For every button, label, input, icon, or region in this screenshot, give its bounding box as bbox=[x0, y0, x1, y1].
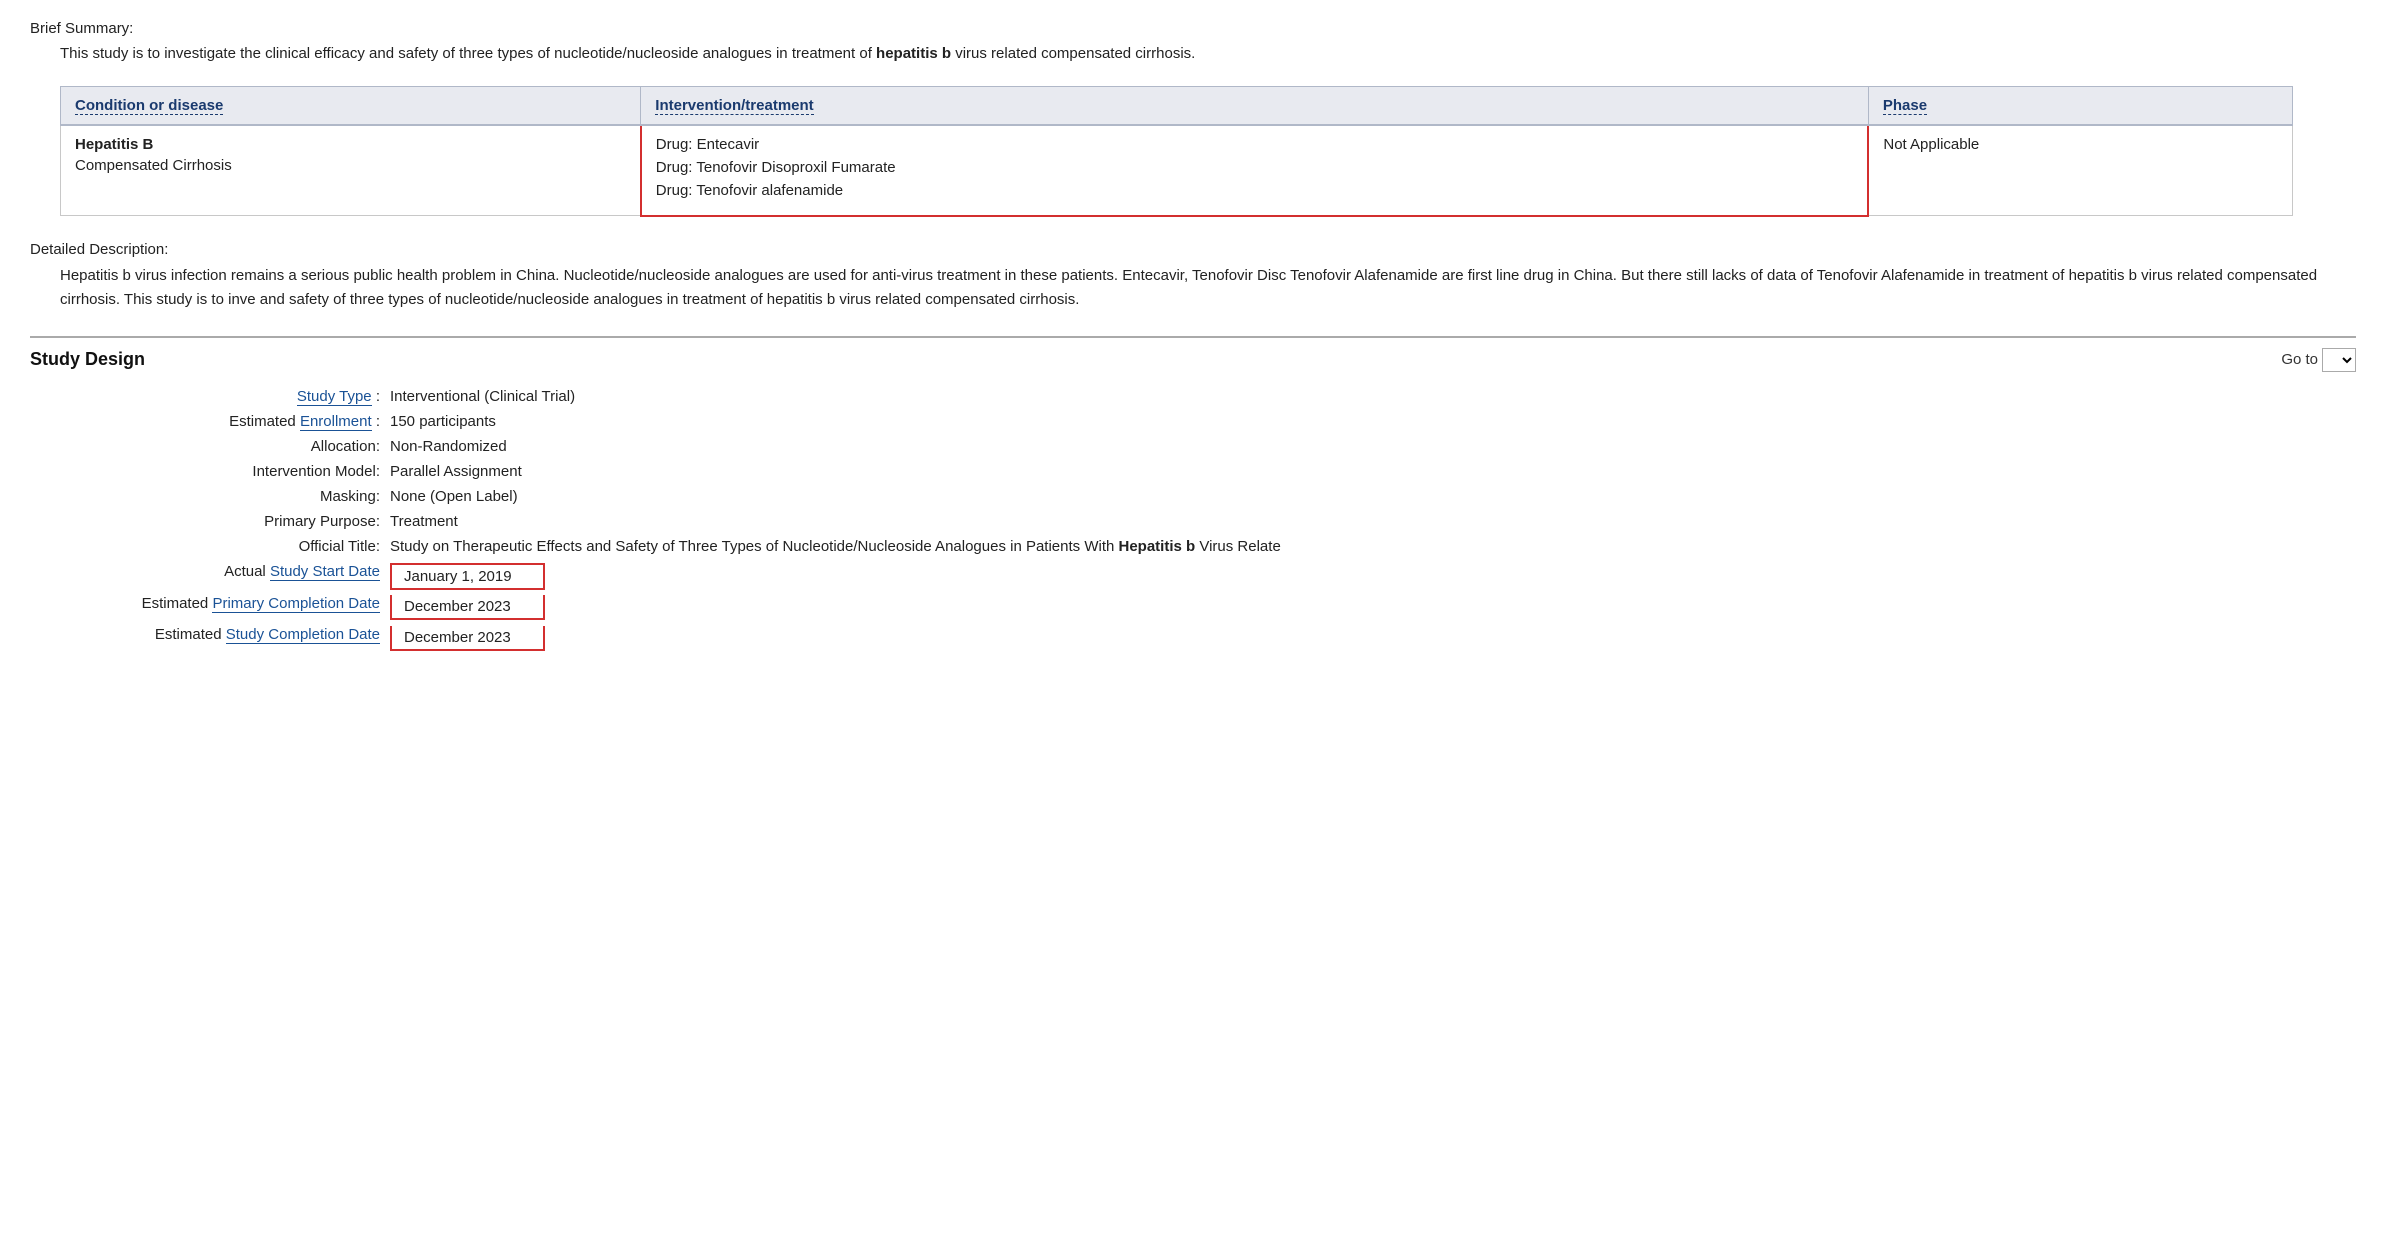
intervention-header: Intervention/treatment bbox=[641, 86, 1869, 125]
condition-cell: Hepatitis B Compensated Cirrhosis bbox=[61, 125, 641, 216]
table-row: Hepatitis B Compensated Cirrhosis Drug: … bbox=[61, 125, 2293, 216]
field-label-allocation: Allocation: bbox=[50, 438, 390, 455]
condition-header: Condition or disease bbox=[61, 86, 641, 125]
condition-table: Condition or disease Intervention/treatm… bbox=[60, 86, 2293, 217]
field-value-intervention-model: Parallel Assignment bbox=[390, 463, 522, 480]
field-enrollment: Estimated Enrollment : 150 participants bbox=[50, 413, 2356, 430]
field-value-masking: None (Open Label) bbox=[390, 488, 518, 505]
detailed-description-section: Detailed Description: Hepatitis b virus … bbox=[30, 241, 2356, 312]
field-masking: Masking: None (Open Label) bbox=[50, 488, 2356, 505]
brief-summary-section: Brief Summary: This study is to investig… bbox=[30, 20, 2356, 66]
field-study-start-date: Actual Study Start Date January 1, 2019 bbox=[50, 563, 2356, 590]
study-design-header: Study Design Go to bbox=[30, 336, 2356, 372]
study-completion-date-value: December 2023 bbox=[404, 629, 511, 646]
date-box-primary: December 2023 bbox=[390, 595, 545, 620]
intervention-cell: Drug: Entecavir Drug: Tenofovir Disoprox… bbox=[641, 125, 1869, 216]
field-value-primary-purpose: Treatment bbox=[390, 513, 458, 530]
field-primary-completion-date: Estimated Primary Completion Date Decemb… bbox=[50, 595, 2356, 620]
field-label-official-title: Official Title: bbox=[50, 538, 390, 555]
drug-item-2: Drug: Tenofovir Disoproxil Fumarate bbox=[656, 159, 1854, 176]
field-label-study-start-date: Actual Study Start Date bbox=[50, 563, 390, 580]
dates-section: Actual Study Start Date January 1, 2019 … bbox=[50, 563, 2356, 651]
study-completion-date-link[interactable]: Study Completion Date bbox=[226, 626, 380, 644]
study-design-section: Study Design Go to Study Type : Interven… bbox=[30, 336, 2356, 651]
drug-item-1: Drug: Entecavir bbox=[656, 136, 1854, 153]
field-value-study-type: Interventional (Clinical Trial) bbox=[390, 388, 575, 405]
field-label-study-type: Study Type : bbox=[50, 388, 390, 405]
field-value-official-title: Study on Therapeutic Effects and Safety … bbox=[390, 538, 1281, 555]
detailed-description-text: Hepatitis b virus infection remains a se… bbox=[60, 264, 2356, 312]
field-label-primary-completion-date: Estimated Primary Completion Date bbox=[50, 595, 390, 612]
brief-summary-label: Brief Summary: bbox=[30, 20, 2356, 37]
date-box-completion: December 2023 bbox=[390, 626, 545, 651]
field-allocation: Allocation: Non-Randomized bbox=[50, 438, 2356, 455]
field-label-masking: Masking: bbox=[50, 488, 390, 505]
enrollment-link[interactable]: Enrollment bbox=[300, 413, 372, 431]
drug-item-3: Drug: Tenofovir alafenamide bbox=[656, 182, 1854, 199]
study-start-date-value: January 1, 2019 bbox=[404, 568, 512, 585]
detailed-description-label: Detailed Description: bbox=[30, 241, 2356, 258]
field-label-intervention-model: Intervention Model: bbox=[50, 463, 390, 480]
condition-primary: Hepatitis B bbox=[75, 136, 626, 153]
field-label-enrollment: Estimated Enrollment : bbox=[50, 413, 390, 430]
field-label-study-completion-date: Estimated Study Completion Date bbox=[50, 626, 390, 643]
primary-completion-date-link[interactable]: Primary Completion Date bbox=[212, 595, 380, 613]
date-box-start: January 1, 2019 bbox=[390, 563, 545, 590]
goto-area: Go to bbox=[2281, 348, 2356, 372]
study-type-link[interactable]: Study Type bbox=[297, 388, 372, 406]
field-study-completion-date: Estimated Study Completion Date December… bbox=[50, 626, 2356, 651]
brief-summary-text: This study is to investigate the clinica… bbox=[60, 43, 2356, 66]
primary-completion-date-value: December 2023 bbox=[404, 598, 511, 615]
goto-label: Go to bbox=[2281, 351, 2318, 368]
study-start-date-link[interactable]: Study Start Date bbox=[270, 563, 380, 581]
field-primary-purpose: Primary Purpose: Treatment bbox=[50, 513, 2356, 530]
phase-header: Phase bbox=[1868, 86, 2292, 125]
field-study-type: Study Type : Interventional (Clinical Tr… bbox=[50, 388, 2356, 405]
hepatitis-b-bold: hepatitis b bbox=[876, 45, 951, 62]
field-intervention-model: Intervention Model: Parallel Assignment bbox=[50, 463, 2356, 480]
field-value-enrollment: 150 participants bbox=[390, 413, 496, 430]
field-official-title: Official Title: Study on Therapeutic Eff… bbox=[50, 538, 2356, 555]
phase-cell: Not Applicable bbox=[1868, 125, 2292, 216]
field-label-primary-purpose: Primary Purpose: bbox=[50, 513, 390, 530]
field-value-allocation: Non-Randomized bbox=[390, 438, 507, 455]
condition-secondary: Compensated Cirrhosis bbox=[75, 157, 626, 174]
study-fields: Study Type : Interventional (Clinical Tr… bbox=[50, 388, 2356, 651]
goto-dropdown[interactable] bbox=[2322, 348, 2356, 372]
study-design-title: Study Design bbox=[30, 349, 145, 370]
official-title-bold: Hepatitis b bbox=[1119, 538, 1196, 555]
